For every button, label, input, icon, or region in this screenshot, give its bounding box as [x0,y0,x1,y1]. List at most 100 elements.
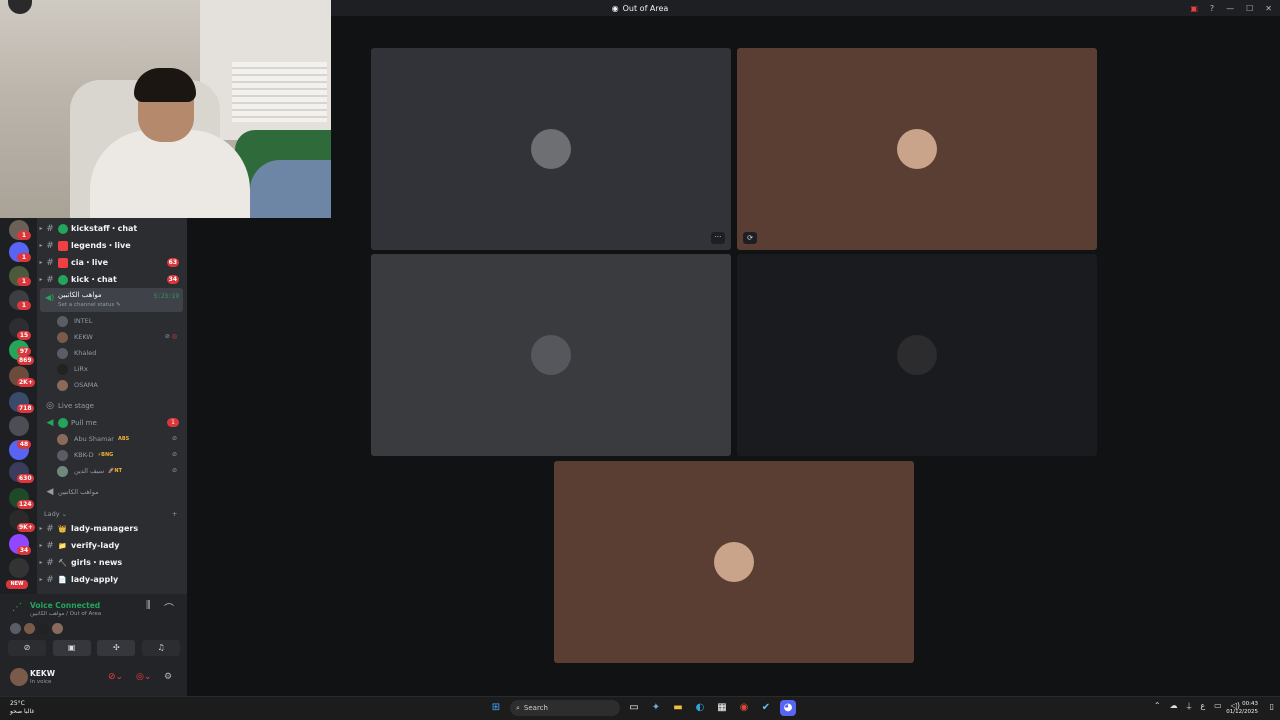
search-box[interactable]: ⌕ Search [510,700,620,716]
noise-suppression-icon[interactable]: ⫼ [146,600,151,611]
clock[interactable]: 00:43 01/12/2025 [1226,700,1258,716]
active-voice-channel[interactable]: ◀) مواهب الكاتبين Set a channel status ✎… [40,288,183,312]
chevron-right-icon: ▸ [39,276,43,283]
avatar [897,335,937,375]
channel-cia-live[interactable]: ▸ # cia・live 63 [37,254,187,271]
windows-start-icon[interactable]: ⊞ [488,700,504,716]
category-lady[interactable]: Lady ⌄ + [44,510,177,518]
voice-user[interactable]: OSAMA [57,377,183,393]
voice-user[interactable]: Khaled [57,345,183,361]
hash-icon: # [46,257,54,268]
avatar [531,129,571,169]
green-circle-icon [58,223,68,234]
window-title: ◉ Out of Area [611,3,669,13]
muted-icon: ⊘ ◎ [164,333,177,340]
user-status: In voice [30,679,52,685]
stage-icon: ◉ [611,3,619,13]
voice-user[interactable]: LiRx [57,361,183,377]
live-stage-channel[interactable]: ◎ Live stage [37,397,187,414]
activities-button[interactable]: ✣ [97,640,136,656]
minimize-button[interactable]: — [1226,4,1234,13]
copilot-icon[interactable]: ✦ [648,700,664,716]
hash-icon: # [46,540,54,551]
network-icon[interactable]: ▭ [1214,701,1222,711]
screen-share-button[interactable]: ▣ [52,640,91,656]
green-circle-icon [58,274,68,285]
channel-list: ▸ # kickstaff・chat ▸ # legends・live ▸ # … [37,218,187,594]
webcam-overlay [0,0,331,218]
add-channel-button[interactable]: + [172,510,177,518]
channel-girls-news[interactable]: ▸ # 🔨 girls・news [37,554,187,571]
user-count: 1 [167,418,179,427]
disconnect-icon[interactable]: ⌒ [164,600,174,615]
channel-legends-live[interactable]: ▸ # legends・live [37,237,187,254]
file-explorer-icon[interactable]: ▬ [670,700,686,716]
channel-kick-chat[interactable]: ▸ # kick・chat 34 [37,271,187,288]
muted-icon: ⊘ [171,451,177,458]
steam-icon[interactable]: ✔ [758,700,774,716]
channel-lady-managers[interactable]: ▸ # 👑 lady-managers [37,520,187,537]
avatar [57,347,68,359]
deafen-icon[interactable]: ◎⌄ [136,672,151,682]
notification-bell-icon[interactable]: ▯ [1270,702,1274,711]
voice-user[interactable]: Abu Shamar ABS ⊘ [57,431,183,447]
hash-icon: # [46,240,54,251]
store-icon[interactable]: ▦ [714,700,730,716]
participant-tile[interactable] [737,254,1097,456]
speaker-icon: ◀) [45,293,55,302]
participant-tile[interactable] [554,461,914,663]
voice-user[interactable]: INTEL [57,313,183,329]
discord-app-icon[interactable]: ◕ [780,700,796,716]
new-badge: NEW [6,580,28,589]
username: KEKW [30,669,56,678]
voice-connected-status[interactable]: Voice Connected [30,601,100,610]
chevron-right-icon: ▸ [39,225,43,232]
avatar [57,363,68,375]
channel-lady-apply[interactable]: ▸ # 📄 lady-apply [37,571,187,588]
close-button[interactable]: ✕ [1265,4,1272,13]
camera-button[interactable]: ⊘ [8,640,46,656]
avatar [57,433,68,445]
mute-mic-icon[interactable]: ⊘⌄ [108,672,123,682]
crown-icon: 👑 [58,524,67,533]
language-indicator[interactable]: ع [1200,701,1205,711]
chevron-right-icon: ▸ [39,542,43,549]
weather-widget[interactable]: 25°C غالبا صحو [10,700,34,716]
avatar [897,129,937,169]
voice-channel[interactable]: ◀ مواهب الكاتبين [37,483,187,500]
help-button[interactable]: ? [1210,4,1214,13]
voice-location[interactable]: مواهب الكاتبين / Out of Area [30,611,101,617]
microphone-icon[interactable]: ⍊ [1187,701,1192,711]
screen-share-icon[interactable]: ▣ [1190,4,1198,13]
more-options-button[interactable]: ··· [711,232,725,244]
settings-gear-icon[interactable]: ⚙ [164,672,172,682]
channel-status[interactable]: Set a channel status ✎ [58,302,121,308]
channel-kickstaff-chat[interactable]: ▸ # kickstaff・chat [37,220,187,237]
onedrive-icon[interactable]: ☁ [1170,701,1178,711]
maximize-button[interactable]: ☐ [1246,4,1253,13]
edge-icon[interactable]: ◐ [692,700,708,716]
speaker-icon: ◀ [46,486,54,497]
channel-verify-lady[interactable]: ▸ # 📁 verify-lady [37,537,187,554]
server-icon[interactable] [9,558,29,578]
server-icon[interactable] [9,416,29,436]
hash-icon: # [46,223,54,234]
chrome-icon[interactable]: ◉ [736,700,752,716]
user-avatar[interactable] [10,668,28,686]
voice-user[interactable]: سيف الدين 🚀NT ⊘ [57,463,183,479]
pull-me-channel[interactable]: ◀ Pull me 1 [37,414,187,431]
voice-user[interactable]: KEKW ⊘ ◎ [57,329,183,345]
voice-user[interactable]: KBK-D ⚡BNG ⊘ [57,447,183,463]
voice-stage: ··· ⟳ [187,16,1280,696]
document-icon: 📄 [58,575,67,584]
participant-tile[interactable] [371,254,731,456]
swap-icon[interactable]: ⟳ [743,232,757,244]
stage-icon: ◎ [46,400,54,411]
taskbar: 25°C غالبا صحو ⊞ ⌕ Search ▭ ✦ ▬ ◐ ▦ ◉ ✔ … [0,696,1280,720]
chevron-right-icon: ▸ [39,525,43,532]
participant-tile[interactable]: ··· [371,48,731,250]
soundboard-button[interactable]: ♫ [141,640,180,656]
chevron-up-icon[interactable]: ⌃ [1154,701,1161,711]
task-view-icon[interactable]: ▭ [626,700,642,716]
participant-tile[interactable]: ⟳ [737,48,1097,250]
